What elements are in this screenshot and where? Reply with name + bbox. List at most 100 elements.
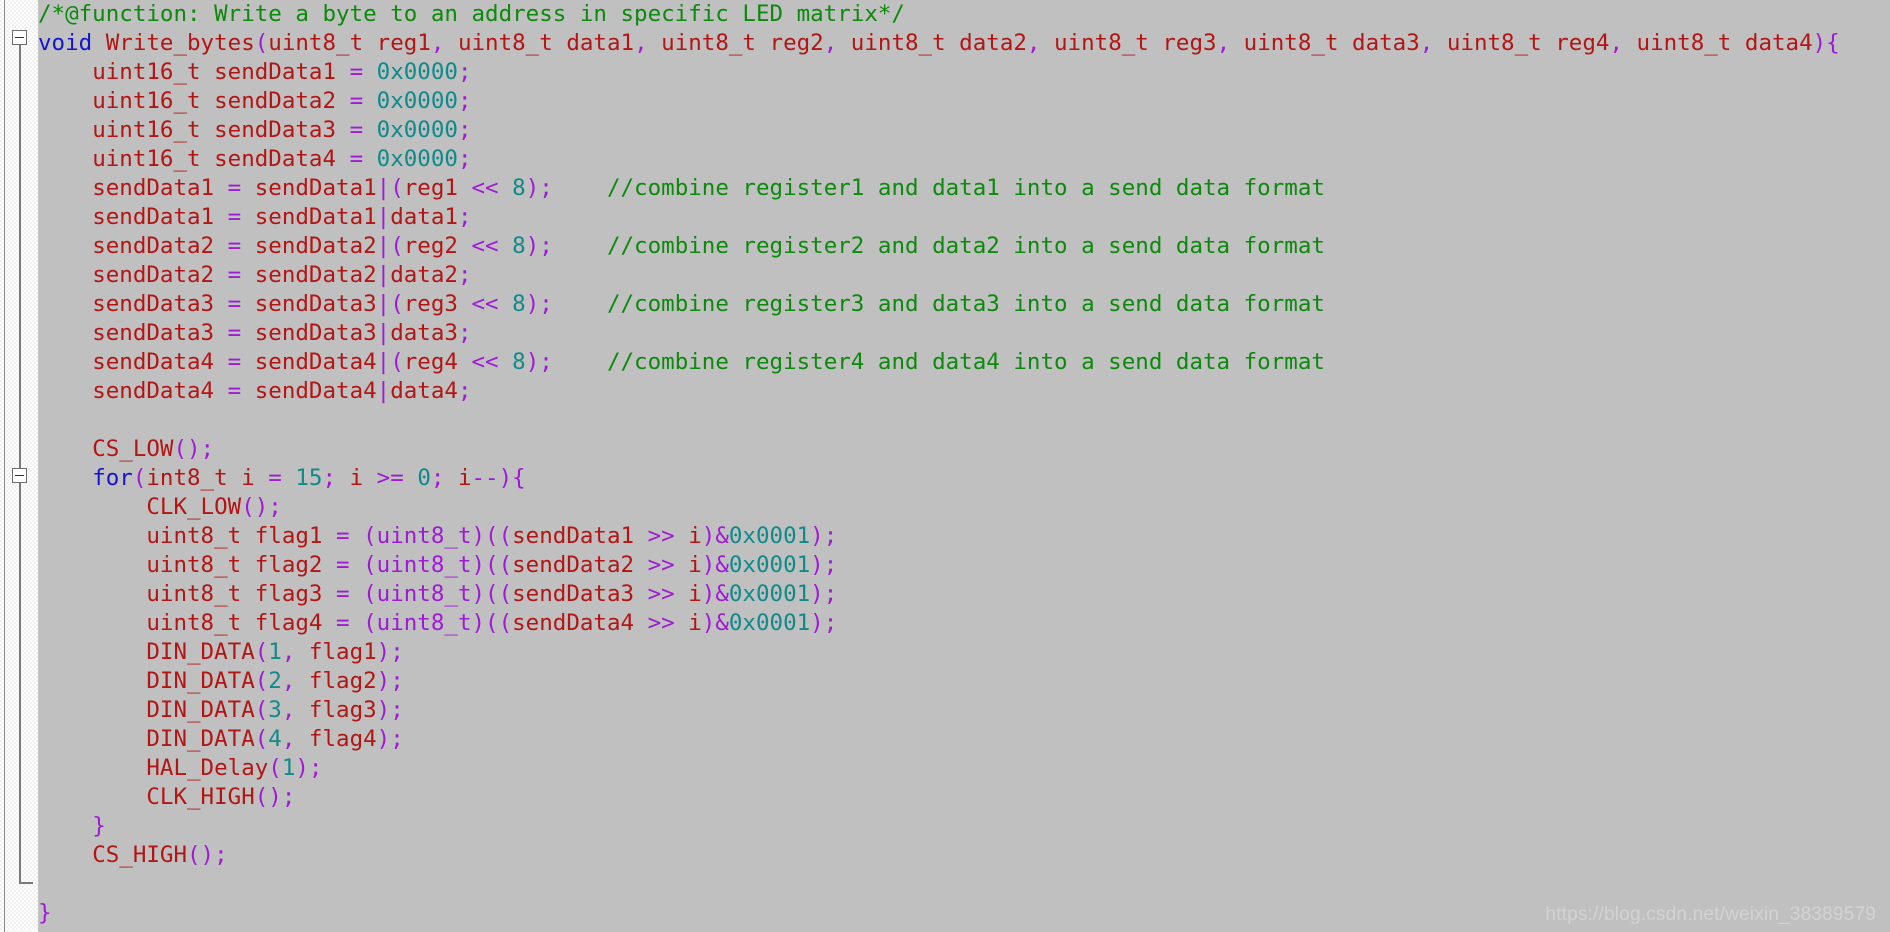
code-line[interactable]: sendData2 = sendData2|(reg2 << 8); //com… [38,232,1890,261]
code-token-op: << [471,291,499,317]
code-token-num: 0x0001 [728,523,811,549]
code-line[interactable]: uint16_t sendData1 = 0x0000; [38,58,1890,87]
code-editor[interactable]: /*@function: Write a byte to an address … [0,0,1890,932]
code-token-op: ; [457,262,472,288]
code-token-id: sendData1 [92,175,228,201]
code-line[interactable]: uint8_t flag3 = (uint8_t)((sendData3 >> … [38,580,1890,609]
code-token-id: sendData3 [512,581,648,607]
code-line[interactable]: } [38,812,1890,841]
code-token-op: (); [254,784,296,810]
code-line[interactable]: CLK_LOW(); [38,493,1890,522]
code-token-op: )& [701,581,729,607]
code-line[interactable]: DIN_DATA(3, flag3); [38,696,1890,725]
code-line[interactable]: void Write_bytes(uint8_t reg1, uint8_t d… [38,29,1890,58]
code-token-op: , [281,726,296,752]
code-token-op: ); [376,639,404,665]
code-token-op: = (uint8_t)(( [336,523,513,549]
code-line[interactable]: uint16_t sendData4 = 0x0000; [38,145,1890,174]
code-token-op: (); [173,436,215,462]
code-line[interactable]: CS_HIGH(); [38,841,1890,870]
code-token-op: ); [376,697,404,723]
code-token-id: sendData1 [241,204,377,230]
code-line[interactable]: uint16_t sendData2 = 0x0000; [38,87,1890,116]
code-token-num: 1 [281,755,296,781]
code-line[interactable] [38,406,1890,435]
code-line[interactable]: HAL_Delay(1); [38,754,1890,783]
code-token-id: reg1 [403,175,472,201]
code-token-num: 0x0001 [728,581,811,607]
code-token-op: ); [525,349,553,375]
code-line[interactable]: sendData4 = sendData4|data4; [38,377,1890,406]
code-token-op: = [349,117,364,143]
code-line[interactable]: uint8_t flag1 = (uint8_t)((sendData1 >> … [38,522,1890,551]
code-line[interactable]: for(int8_t i = 15; i >= 0; i--){ [38,464,1890,493]
code-line[interactable]: sendData4 = sendData4|(reg4 << 8); //com… [38,348,1890,377]
code-line[interactable]: sendData1 = sendData1|(reg1 << 8); //com… [38,174,1890,203]
code-token-cmt: /*@function: Write a byte to an address … [38,1,905,27]
code-token-cmt: //combine register4 and data4 into a sen… [606,349,1325,375]
code-line[interactable]: /*@function: Write a byte to an address … [38,0,1890,29]
code-content-area[interactable]: /*@function: Write a byte to an address … [38,0,1890,932]
code-line[interactable]: sendData3 = sendData3|(reg3 << 8); //com… [38,290,1890,319]
code-token-op: = [227,349,242,375]
code-line[interactable]: sendData3 = sendData3|data3; [38,319,1890,348]
code-token-id: uint8_t flag2 [146,552,337,578]
code-token-op: = [227,175,242,201]
code-token-op: ); [525,233,553,259]
code-token-id: sendData4 [241,378,377,404]
code-token-id: i [444,465,472,491]
code-line[interactable]: CLK_HIGH(); [38,783,1890,812]
code-line[interactable]: uint16_t sendData3 = 0x0000; [38,116,1890,145]
code-token-op: ; [457,59,472,85]
code-token-op: , [1419,30,1434,56]
code-token-op: ; [457,320,472,346]
code-token-id: uint8_t flag4 [146,610,337,636]
code-token-num: 8 [512,291,526,317]
code-token-op: = (uint8_t)(( [336,610,513,636]
code-token-op: = [349,146,364,172]
code-token-id: reg4 [403,349,472,375]
code-token-id: sendData4 [92,349,228,375]
code-token-num: 0x0000 [376,88,458,114]
code-line[interactable] [38,870,1890,899]
code-token-op: } [38,900,52,926]
code-token-op: | [376,378,391,404]
fold-guide-line-function [19,44,21,884]
code-line[interactable]: DIN_DATA(2, flag2); [38,667,1890,696]
code-line[interactable]: DIN_DATA(1, flag1); [38,638,1890,667]
code-token-op: , [1609,30,1623,56]
code-line[interactable]: uint8_t flag2 = (uint8_t)((sendData2 >> … [38,551,1890,580]
code-token-id: sendData2 [512,552,648,578]
code-line[interactable]: CS_LOW(); [38,435,1890,464]
code-token-id: data4 [390,378,458,404]
code-line[interactable]: uint8_t flag4 = (uint8_t)((sendData4 >> … [38,609,1890,638]
code-line[interactable]: DIN_DATA(4, flag4); [38,725,1890,754]
code-token-id: uint8_t data3 [1230,30,1420,56]
fold-marker-for-loop-icon[interactable] [12,468,27,483]
code-token-num: 8 [512,349,526,375]
code-token-op: = [349,59,364,85]
code-token-op: ); [810,552,838,578]
code-token-id: uint8_t reg1 [268,30,431,56]
code-token-op: >= [376,465,404,491]
code-token-id: uint8_t data2 [837,30,1027,56]
code-line[interactable]: sendData2 = sendData2|data2; [38,261,1890,290]
fold-marker-function-icon[interactable] [12,30,27,45]
code-token-op: ); [295,755,323,781]
code-token-id: sendData3 [241,320,377,346]
code-token-id: int8_t i [146,465,269,491]
code-token-op: << [471,233,499,259]
code-line[interactable]: sendData1 = sendData1|data1; [38,203,1890,232]
code-token-id: sendData2 [92,233,228,259]
code-token-op: ( [254,639,269,665]
code-token-num: 0 [417,465,431,491]
editor-gutter [0,0,38,932]
